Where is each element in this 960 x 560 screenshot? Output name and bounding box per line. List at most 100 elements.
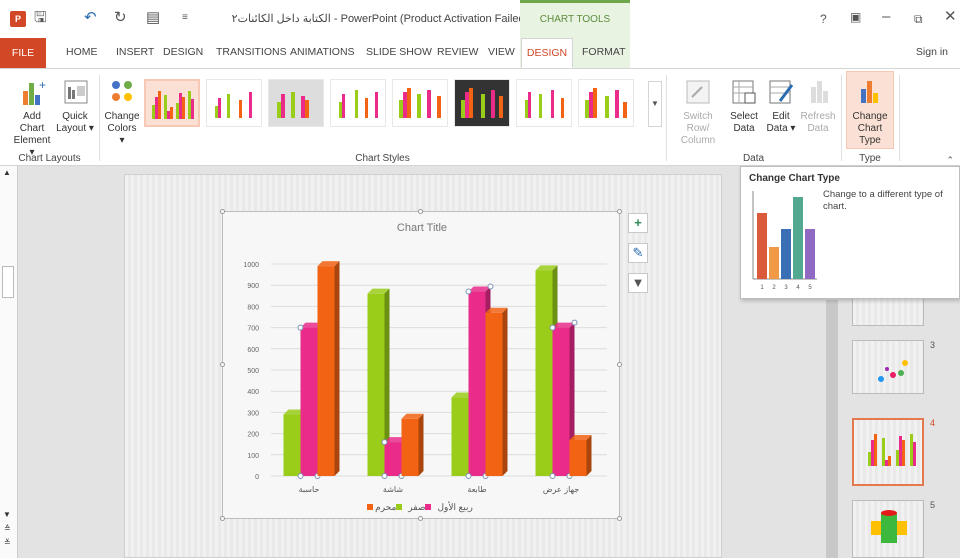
save-icon[interactable]: 🖫: [34, 9, 47, 27]
change-colors-line1: Change: [104, 111, 140, 122]
change-chart-type-button[interactable]: Change Chart Type: [846, 77, 894, 147]
chart-style-2[interactable]: [206, 79, 262, 127]
preview-bar: [793, 197, 803, 279]
title-bar: P 🖫 ↶ ↻ ▤ ≡ الكتابة داخل الكائنات٢ - Pow…: [0, 0, 960, 38]
resize-handle[interactable]: [220, 362, 225, 367]
chart-bar: [317, 266, 335, 476]
chart-bar: [451, 397, 469, 476]
next-slide-icon[interactable]: ≚: [4, 538, 11, 548]
legend-item[interactable]: محرم: [375, 502, 404, 512]
chart-style-6[interactable]: [454, 79, 510, 127]
selection-point: [381, 439, 388, 446]
resize-handle[interactable]: [220, 209, 225, 214]
customize-toolbar-icon[interactable]: ≡: [182, 9, 188, 27]
restore-icon[interactable]: ⧉: [914, 10, 923, 28]
selection-point: [571, 319, 578, 326]
tab-home[interactable]: HOME: [66, 46, 98, 58]
refresh-data-button[interactable]: Refresh Data: [800, 77, 836, 135]
quick-layout-button[interactable]: Quick Layout ▾: [56, 77, 94, 135]
chart-style-5[interactable]: [392, 79, 448, 127]
ribbon-display-icon[interactable]: ▣: [850, 8, 861, 26]
prev-slide-icon[interactable]: ≙: [4, 524, 11, 534]
tab-format[interactable]: FORMAT: [582, 46, 626, 58]
x-category-label: جهاز عرض: [543, 485, 579, 494]
slide-thumbnail[interactable]: [852, 500, 924, 558]
chart-legend[interactable]: ربيع الأول صفر محرم: [223, 502, 621, 513]
tab-animations[interactable]: ANIMATIONS: [290, 46, 355, 58]
tab-design[interactable]: DESIGN: [163, 46, 203, 58]
sign-in-link[interactable]: Sign in: [916, 46, 948, 58]
slide-thumbnail[interactable]: [852, 340, 924, 394]
slide-thumbnail-selected[interactable]: [852, 418, 924, 486]
preview-tick-label: 1: [760, 285, 764, 291]
undo-icon[interactable]: ↶: [84, 9, 97, 27]
chart-style-3[interactable]: [268, 79, 324, 127]
minimize-icon[interactable]: –: [882, 8, 890, 26]
preview-bar: [805, 229, 815, 279]
chart-bar: [552, 327, 570, 476]
quick-layout-line2: Layout ▾: [56, 123, 94, 134]
tooltip-title: Change Chart Type: [749, 173, 840, 184]
chart-bar: [367, 293, 385, 476]
chart-style-1[interactable]: [144, 79, 200, 127]
legend-label: محرم: [375, 502, 397, 512]
help-icon[interactable]: ?: [820, 10, 827, 28]
y-tick-label: 1000: [243, 262, 259, 269]
group-type: Type: [859, 153, 881, 164]
resize-handle[interactable]: [220, 516, 225, 521]
chart-style-8[interactable]: [578, 79, 634, 127]
preview-bar: [757, 213, 767, 279]
chart-bar: [535, 270, 553, 476]
quick-layout-line1: Quick: [62, 111, 88, 122]
y-tick-label: 200: [247, 432, 259, 439]
legend-item[interactable]: صفر: [408, 502, 433, 512]
change-colors-button[interactable]: Change Colors ▾: [104, 77, 140, 147]
chart-bar: [300, 327, 318, 476]
chart-bar: [283, 414, 301, 476]
chart-elements-plus-icon[interactable]: +: [628, 213, 648, 233]
chart-area[interactable]: 0 100 200 300 400 500 600 700 800 900 1000 حاسبة شا…: [222, 211, 620, 519]
scroll-thumb[interactable]: [2, 266, 14, 298]
switch-row-column-button[interactable]: Switch Row/ Column: [672, 77, 724, 147]
tab-insert[interactable]: INSERT: [116, 46, 154, 58]
vertical-scrollbar[interactable]: ▲ ▼ ≙ ≚: [0, 166, 18, 558]
thumbnail-scrollbar[interactable]: [826, 300, 838, 558]
tab-slide-show[interactable]: SLIDE SHOW: [366, 46, 432, 58]
edit-data-button[interactable]: Edit Data ▾: [764, 77, 798, 135]
add-chart-element-button[interactable]: + Add Chart Element ▾: [10, 77, 54, 159]
scroll-up-icon[interactable]: ▲: [3, 168, 11, 177]
tab-chart-design[interactable]: DESIGN: [521, 38, 573, 68]
y-tick-label: 900: [247, 283, 259, 290]
y-tick-label: 600: [247, 347, 259, 354]
chart-bar-side: [502, 307, 508, 476]
tab-view[interactable]: VIEW: [488, 46, 515, 58]
chart-bar: [485, 312, 503, 476]
close-icon[interactable]: ✕: [944, 8, 957, 26]
redo-icon[interactable]: ↻: [114, 9, 127, 27]
chart-style-7[interactable]: [516, 79, 572, 127]
resize-handle[interactable]: [418, 209, 423, 214]
chart-bar: [569, 439, 587, 476]
tab-transitions[interactable]: TRANSITIONS: [216, 46, 287, 58]
tab-review[interactable]: REVIEW: [437, 46, 478, 58]
chart-title[interactable]: Chart Title: [223, 222, 621, 234]
resize-handle[interactable]: [617, 209, 622, 214]
select-data-button[interactable]: Select Data: [727, 77, 761, 135]
gallery-more-button[interactable]: ▼: [648, 81, 662, 127]
start-slideshow-icon[interactable]: ▤: [146, 9, 160, 27]
preview-tick-label: 4: [796, 285, 800, 291]
y-tick-label: 700: [247, 326, 259, 333]
resize-handle[interactable]: [418, 516, 423, 521]
chart-filters-funnel-icon[interactable]: ▼: [628, 273, 648, 293]
chart-styles-brush-icon[interactable]: ✎: [628, 243, 648, 263]
resize-handle[interactable]: [617, 362, 622, 367]
resize-handle[interactable]: [617, 516, 622, 521]
legend-label: ربيع الأول: [437, 502, 473, 512]
tooltip-description: Change to a different type of chart.: [823, 189, 943, 212]
tab-file[interactable]: FILE: [0, 38, 46, 68]
collapse-ribbon-icon[interactable]: ⌃: [946, 155, 954, 166]
chart-bar-side: [334, 261, 340, 476]
y-tick-label: 100: [247, 453, 259, 460]
chart-style-4[interactable]: [330, 79, 386, 127]
scroll-down-icon[interactable]: ▼: [3, 510, 11, 519]
